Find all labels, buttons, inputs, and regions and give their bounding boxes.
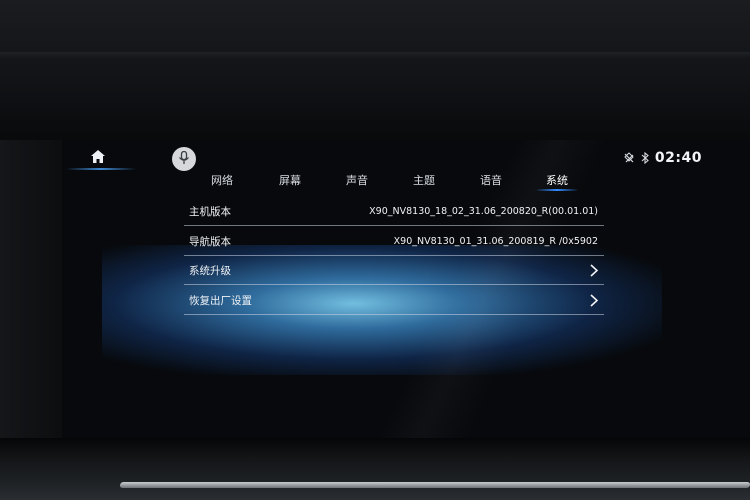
nav-version-label: 导航版本 [189,235,231,248]
system-upgrade-row[interactable]: 系统升级 [184,256,604,285]
system-upgrade-label: 系统升级 [189,264,231,277]
tab-sound[interactable]: 声音 [346,172,368,188]
status-bar: 02:40 [623,150,702,166]
dashboard-bezel-top [0,0,750,145]
home-indicator [66,168,136,170]
tab-voice[interactable]: 语音 [480,172,502,188]
home-icon [91,148,105,167]
voice-button[interactable] [172,147,196,171]
clock: 02:40 [654,150,702,166]
settings-tabs: 网络 屏幕 声音 主题 语音 系统 [197,170,597,192]
host-version-value: X90_NV8130_18_02_31.06_200820_R(00.01.01… [369,205,598,217]
factory-reset-label: 恢复出厂设置 [189,294,252,307]
host-version-row: 主机版本 X90_NV8130_18_02_31.06_200820_R(00.… [184,197,604,226]
tab-theme[interactable]: 主题 [413,172,435,188]
chevron-right-icon [590,263,604,277]
tab-system[interactable]: 系统 [546,172,568,188]
factory-reset-row[interactable]: 恢复出厂设置 [184,286,604,315]
dashboard-trim [0,52,750,58]
microphone-icon [178,150,190,169]
dashboard-bezel-bottom [0,438,750,500]
chevron-right-icon [590,293,604,307]
nav-version-row: 导航版本 X90_NV8130_01_31.06_200819_R /0x590… [184,227,604,256]
chrome-trim [119,482,750,488]
host-version-label: 主机版本 [189,205,231,218]
nav-version-value: X90_NV8130_01_31.06_200819_R /0x5902 [393,235,598,247]
signal-off-icon [623,149,635,168]
tab-network[interactable]: 网络 [211,172,233,188]
home-button[interactable] [74,146,122,168]
active-tab-indicator [537,189,577,191]
infotainment-screen: 02:40 网络 屏幕 声音 主题 语音 系统 主机版本 X90_NV8130_… [62,140,750,438]
bluetooth-icon [641,149,649,168]
tab-screen[interactable]: 屏幕 [279,172,301,188]
